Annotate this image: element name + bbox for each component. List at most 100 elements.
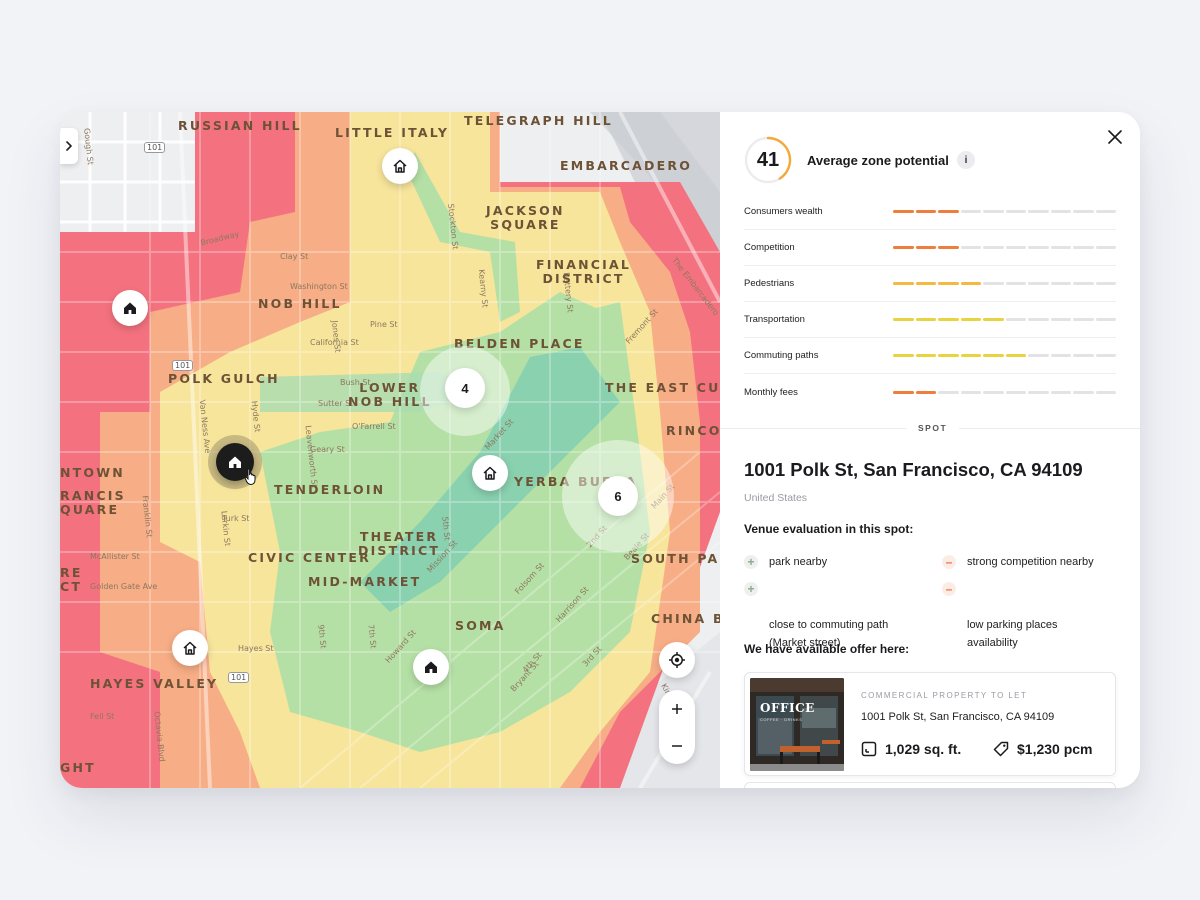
street-label: Pine St xyxy=(370,320,398,329)
rating-segment xyxy=(1073,246,1094,249)
rating-segment xyxy=(1050,354,1071,357)
metric-rating-bar xyxy=(893,354,1116,357)
rating-segment xyxy=(960,354,981,357)
street-label: O'Farrell St xyxy=(352,422,396,431)
metric-row: Transportation xyxy=(744,302,1116,338)
rating-segment xyxy=(1073,282,1094,285)
home-icon xyxy=(393,159,407,173)
zoom-in-button[interactable] xyxy=(659,690,695,727)
plus-icon xyxy=(672,703,682,714)
rating-segment xyxy=(915,246,936,249)
metric-rating-bar xyxy=(893,210,1116,213)
rating-segment xyxy=(1005,354,1026,357)
district-label: JACKSON SQUARE xyxy=(486,203,565,232)
highway-shield: 101 xyxy=(172,360,194,371)
district-label: RINCON xyxy=(666,423,720,438)
rating-segment xyxy=(915,210,936,213)
offer-card[interactable]: OFFICE COFFEE · DRINKS COMMERCIAL PROPER… xyxy=(744,672,1116,776)
heat-map[interactable]: Broadway Clay St California St Bush St S… xyxy=(60,112,720,788)
district-label: NTOWN xyxy=(60,465,125,480)
home-icon xyxy=(229,456,241,468)
rating-segment xyxy=(915,390,936,394)
close-button[interactable] xyxy=(1104,126,1126,148)
rating-segment xyxy=(938,318,959,321)
info-button[interactable]: i xyxy=(957,151,975,169)
rating-segment xyxy=(893,282,914,285)
cursor-hand-icon xyxy=(244,468,256,486)
metric-row: Monthly fees xyxy=(744,374,1116,410)
rating-segment xyxy=(960,282,981,285)
rating-segment xyxy=(938,282,959,285)
sidebar-toggle-button[interactable] xyxy=(60,128,78,164)
metric-rating-bar xyxy=(893,390,1116,394)
offer-price: $1,230 pcm xyxy=(993,741,1093,757)
metric-row: Pedestrians xyxy=(744,266,1116,302)
highway-shield: 101 xyxy=(144,142,166,153)
info-icon: i xyxy=(964,154,968,166)
rating-segment xyxy=(983,282,1004,285)
district-label: TELEGRAPH HILL xyxy=(464,113,613,128)
rating-segment xyxy=(893,390,914,394)
district-label: CHINA BA xyxy=(651,611,720,626)
metric-row: Commuting paths xyxy=(744,338,1116,374)
district-label: POLK GULCH xyxy=(168,371,280,386)
metric-rating-bar xyxy=(893,282,1116,285)
rating-segment xyxy=(1073,354,1094,357)
district-label: MID-MARKET xyxy=(308,574,422,589)
offer-section-title: We have available offer here: xyxy=(744,642,910,656)
spot-address: 1001 Polk St, San Francisco, CA 94109 xyxy=(744,459,1083,480)
offer-photo-subsign: COFFEE · DRINKS xyxy=(760,717,803,722)
main-card: Broadway Clay St California St Bush St S… xyxy=(60,112,1140,788)
district-label: GHT xyxy=(60,760,96,775)
evaluation-con-text: low parking places availability xyxy=(967,619,1058,649)
rating-segment xyxy=(1028,390,1049,394)
rating-segment xyxy=(1028,354,1049,357)
property-pin[interactable] xyxy=(382,148,418,184)
rating-segment xyxy=(1095,282,1116,285)
rating-segment xyxy=(983,318,1004,321)
rating-segment xyxy=(960,390,981,394)
zone-score-title: Average zone potential xyxy=(807,153,949,168)
district-label: LITTLE ITALY xyxy=(335,125,450,140)
offer-type: COMMERCIAL PROPERTY TO LET xyxy=(861,691,1028,700)
property-pin[interactable] xyxy=(172,630,208,666)
rating-segment xyxy=(1005,318,1026,321)
district-label: FINANCIAL DISTRICT xyxy=(536,257,632,286)
rating-segment xyxy=(960,318,981,321)
minus-icon: – xyxy=(942,582,956,596)
property-pin[interactable] xyxy=(112,290,148,326)
offer-photo: OFFICE COFFEE · DRINKS xyxy=(750,678,844,771)
metric-label: Consumers wealth xyxy=(744,206,823,217)
highway-shield: 101 xyxy=(228,672,250,683)
offer-price-value: $1,230 pcm xyxy=(1017,741,1093,757)
rating-segment xyxy=(915,318,936,321)
metric-rating-bar xyxy=(893,318,1116,321)
rating-segment xyxy=(1028,246,1049,249)
rating-segment xyxy=(1095,390,1116,394)
street-label: Golden Gate Ave xyxy=(90,582,158,591)
rating-segment xyxy=(938,390,959,394)
plus-icon: + xyxy=(744,555,758,569)
offer-card-next[interactable] xyxy=(744,782,1116,788)
district-label: LOWER NOB HILL xyxy=(348,380,432,409)
spot-section-label: SPOT xyxy=(906,422,960,434)
rating-segment xyxy=(1073,390,1094,394)
property-cluster[interactable]: 4 xyxy=(445,368,485,408)
property-pin[interactable] xyxy=(472,455,508,491)
minus-icon: – xyxy=(942,555,956,569)
rating-segment xyxy=(938,354,959,357)
metric-label: Commuting paths xyxy=(744,350,819,361)
street-label: Washington St xyxy=(290,282,348,291)
rating-segment xyxy=(1028,318,1049,321)
rating-segment xyxy=(1005,390,1026,394)
zoom-out-button[interactable] xyxy=(659,727,695,764)
metric-row: Competition xyxy=(744,230,1116,266)
metrics-list: Consumers wealth Competition Pedestrians Tr… xyxy=(744,194,1116,410)
property-cluster[interactable]: 6 xyxy=(598,476,638,516)
rating-segment xyxy=(1050,318,1071,321)
street-label: Hayes St xyxy=(238,644,274,653)
property-pin[interactable] xyxy=(413,649,449,685)
district-label: EMBARCADERO xyxy=(560,158,693,173)
street-label: Clay St xyxy=(280,252,309,261)
locate-me-button[interactable] xyxy=(659,642,695,678)
